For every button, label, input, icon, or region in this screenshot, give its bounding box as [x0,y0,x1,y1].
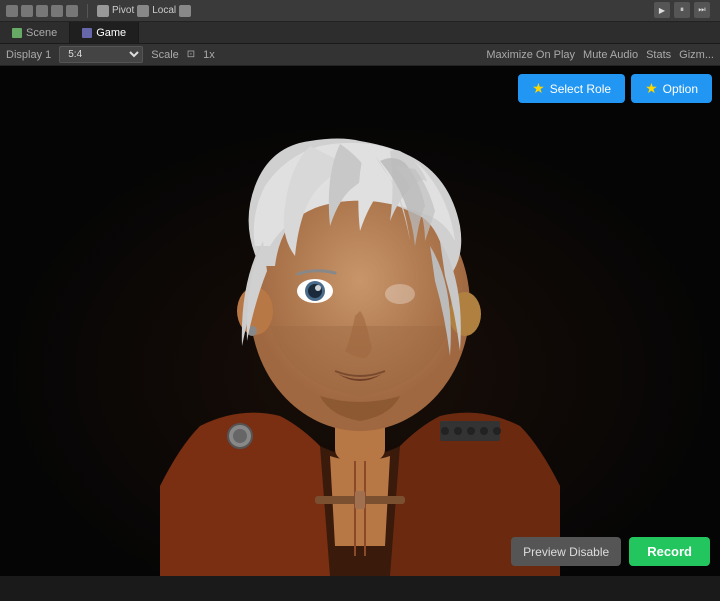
tool-icon-4[interactable] [51,5,63,17]
tool-icon-2[interactable] [21,5,33,17]
transform-icon[interactable] [97,5,109,17]
tool-icon-3[interactable] [36,5,48,17]
game-viewport: ★ Select Role ★ Option Preview Disable R… [0,66,720,576]
display-label: Display 1 [6,49,51,61]
play-button[interactable]: ▶ [654,2,670,18]
option-label: Option [663,82,698,96]
option-star-icon: ★ [645,80,658,97]
scene-tab-icon [12,28,22,38]
right-options: Maximize On Play Mute Audio Stats Gizm..… [486,49,714,61]
display-dropdown[interactable]: 5:4 Free Aspect 16:9 [59,46,143,63]
toolbar-icons-left [6,5,78,17]
local-icon[interactable] [179,5,191,17]
preview-disable-button[interactable]: Preview Disable [511,537,621,566]
pivot-label: Pivot [112,5,134,16]
scale-value: 1x [203,49,215,61]
local-label: Local [152,5,176,16]
scale-icon: ⊡ [187,49,195,60]
select-role-button[interactable]: ★ Select Role [518,74,625,103]
scene-tab-label: Scene [26,27,57,39]
maximize-label[interactable]: Maximize On Play [486,49,575,61]
game-tab-label: Game [96,27,126,39]
step-button[interactable]: ⏭ [694,2,710,18]
preview-disable-label: Preview Disable [523,545,609,559]
pause-button[interactable]: ⏸ [674,2,690,18]
top-right-buttons: ★ Select Role ★ Option [518,74,712,103]
record-button[interactable]: Record [629,537,710,566]
select-role-star-icon: ★ [532,80,545,97]
select-role-label: Select Role [550,82,611,96]
game-tab-icon [82,28,92,38]
sub-toolbar: Display 1 5:4 Free Aspect 16:9 Scale ⊡ 1… [0,44,720,66]
character-render [0,66,720,576]
stats-label[interactable]: Stats [646,49,671,61]
record-label: Record [647,544,692,559]
gizmos-label[interactable]: Gizm... [679,49,714,61]
option-button[interactable]: ★ Option [631,74,712,103]
separator-1 [87,4,88,18]
playback-controls: ▶ ⏸ ⏭ [654,2,710,18]
tab-bar: Scene Game [0,22,720,44]
tool-icon-1[interactable] [6,5,18,17]
tab-scene[interactable]: Scene [0,22,70,43]
tool-icon-5[interactable] [66,5,78,17]
pivot-icon[interactable] [137,5,149,17]
toolbar-icons-center: Pivot Local [97,5,191,17]
top-toolbar: Pivot Local ▶ ⏸ ⏭ [0,0,720,22]
tab-game[interactable]: Game [70,22,139,43]
mute-label[interactable]: Mute Audio [583,49,638,61]
bottom-buttons: Preview Disable Record [511,537,710,566]
scale-label: Scale [151,49,179,61]
